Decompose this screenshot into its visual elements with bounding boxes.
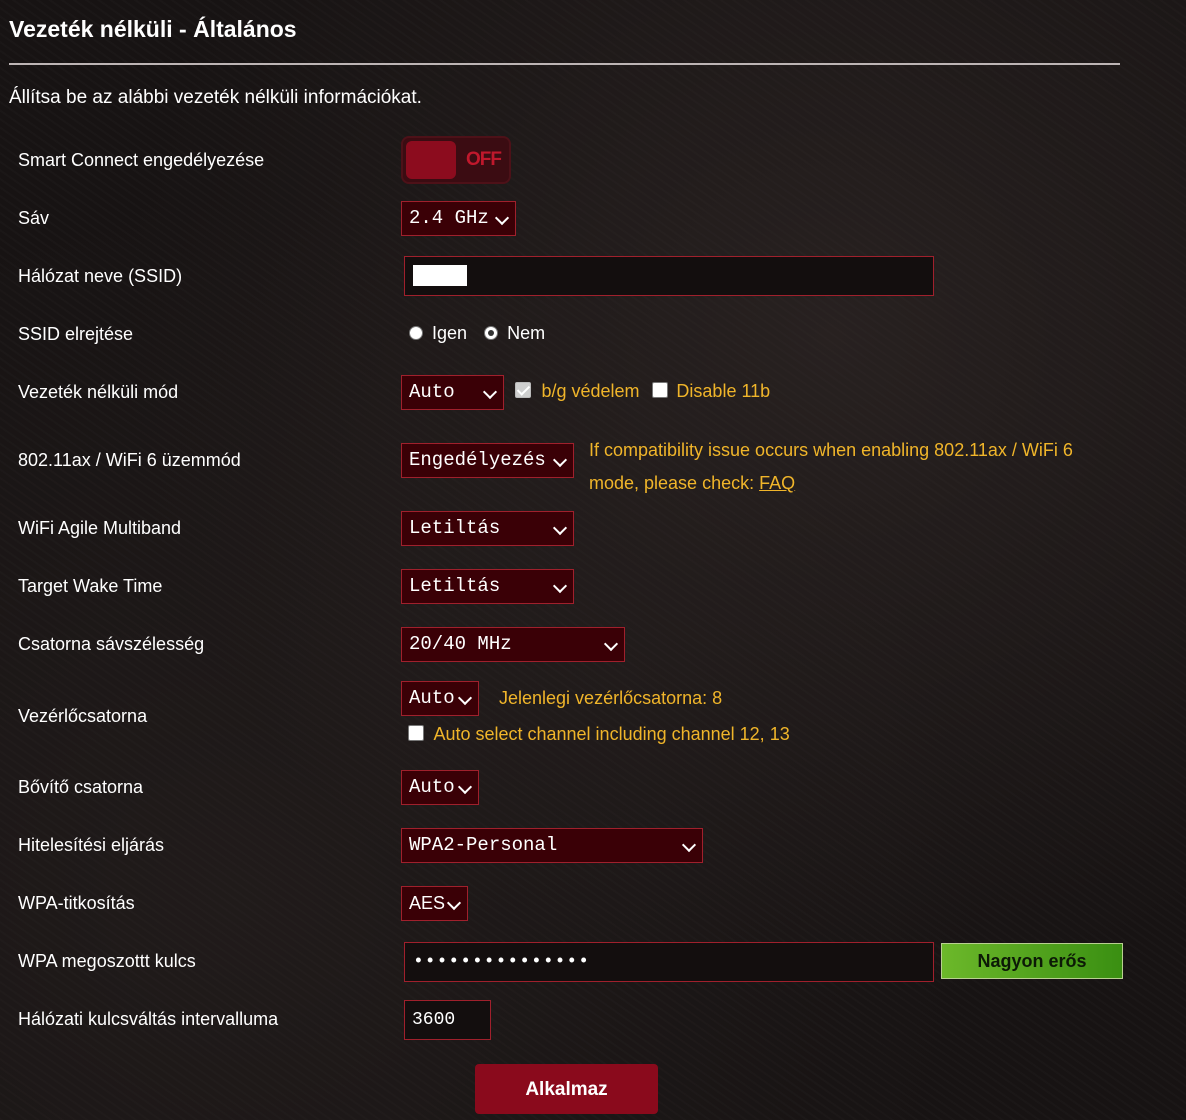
smart-connect-label: Smart Connect engedélyezése [18, 150, 265, 170]
control-channel-label: Vezérlőcsatorna [18, 706, 148, 726]
disable-11b-label: Disable 11b [676, 381, 771, 401]
band-label: Sáv [18, 208, 50, 228]
channel-bandwidth-value: 20/40 MHz [409, 633, 512, 655]
hide-ssid-label: SSID elrejtése [18, 324, 134, 344]
wpa-encryption-label: WPA-titkosítás [18, 893, 135, 913]
chevron-down-icon [457, 779, 473, 795]
band-select-value: 2.4 GHz [409, 207, 489, 229]
title-divider [9, 63, 1120, 65]
wifi6-mode-value: Engedélyezés [409, 449, 546, 471]
faq-link[interactable]: FAQ [759, 473, 795, 493]
wifi6-mode-label: 802.11ax / WiFi 6 üzemmód [18, 450, 241, 470]
bg-protection-label: b/g védelem [541, 381, 640, 401]
key-strength-indicator: Nagyon erős [941, 943, 1123, 979]
control-channel-select[interactable]: Auto [401, 681, 479, 716]
wpa-encryption-value: AES [409, 893, 446, 913]
target-wake-time-select[interactable]: Letiltás [401, 569, 574, 604]
agile-multiband-label: WiFi Agile Multiband [18, 518, 182, 538]
wireless-mode-label: Vezeték nélküli mód [18, 382, 179, 402]
smart-connect-toggle[interactable]: OFF [401, 136, 511, 184]
hide-ssid-yes-radio[interactable] [409, 326, 423, 340]
ssid-input[interactable] [404, 256, 934, 296]
ssid-label: Hálózat neve (SSID) [18, 266, 183, 286]
hide-ssid-no-radio[interactable] [484, 326, 499, 340]
auto-select-channel-label: Auto select channel including channel 12… [433, 724, 790, 744]
key-rotation-value: 3600 [412, 1010, 456, 1030]
agile-multiband-select[interactable]: Letiltás [401, 511, 574, 546]
chevron-down-icon [446, 895, 462, 911]
band-select[interactable]: 2.4 GHz [401, 201, 516, 236]
control-channel-value: Auto [409, 687, 455, 709]
wireless-mode-select[interactable]: Auto [401, 375, 504, 410]
wpa-key-value: ••••••••••••••• [413, 952, 591, 972]
wifi6-compat-note: If compatibility issue occurs when enabl… [589, 434, 1149, 500]
chevron-down-icon [494, 210, 510, 226]
auto-select-channel-row: Auto select channel including channel 12… [408, 724, 790, 745]
page-title: Vezeték nélküli - Általános [9, 16, 297, 42]
auth-method-label: Hitelesítési eljárás [18, 835, 165, 855]
page-subtitle: Állítsa be az alábbi vezeték nélküli inf… [9, 87, 422, 108]
auto-select-channel-checkbox[interactable] [408, 725, 424, 741]
agile-multiband-value: Letiltás [409, 517, 501, 539]
hide-ssid-radio-group: Igen Nem [409, 323, 545, 344]
chevron-down-icon [603, 636, 619, 652]
wpa-key-label: WPA megoszottt kulcs [18, 951, 196, 971]
extension-channel-label: Bővítő csatorna [18, 777, 144, 797]
wireless-mode-value: Auto [409, 381, 455, 403]
chevron-down-icon [482, 384, 498, 400]
wifi6-note-line1: If compatibility issue occurs when enabl… [589, 440, 1073, 460]
target-wake-time-label: Target Wake Time [18, 576, 163, 596]
chevron-down-icon [552, 520, 568, 536]
key-rotation-label: Hálózati kulcsváltás intervalluma [18, 1009, 279, 1029]
auth-method-value: WPA2-Personal [409, 834, 558, 856]
current-channel-text: Jelenlegi vezérlőcsatorna: 8 [499, 688, 723, 708]
channel-bandwidth-label: Csatorna sávszélesség [18, 634, 205, 654]
ssid-value-redacted [413, 265, 467, 286]
apply-button[interactable]: Alkalmaz [475, 1064, 658, 1114]
disable-11b-checkbox[interactable] [651, 382, 668, 398]
hide-ssid-no-label: Nem [507, 323, 546, 343]
toggle-knob [406, 141, 456, 179]
wpa-key-input[interactable]: ••••••••••••••• [404, 942, 934, 982]
wireless-mode-options: b/g védelem Disable 11b [515, 381, 770, 402]
chevron-down-icon [552, 452, 568, 468]
toggle-state-text: OFF [466, 149, 502, 170]
wifi6-note-text: mode, please check: [589, 473, 755, 493]
wifi6-note-line2: mode, please check: FAQ [589, 467, 1149, 500]
target-wake-time-value: Letiltás [409, 575, 501, 597]
chevron-down-icon [552, 578, 568, 594]
extension-channel-value: Auto [409, 776, 455, 798]
wpa-encryption-select[interactable]: AES [401, 886, 468, 921]
channel-bandwidth-select[interactable]: 20/40 MHz [401, 627, 625, 662]
auth-method-select[interactable]: WPA2-Personal [401, 828, 703, 863]
chevron-down-icon [681, 837, 697, 853]
wifi6-mode-select[interactable]: Engedélyezés [401, 443, 574, 478]
extension-channel-select[interactable]: Auto [401, 770, 479, 805]
key-rotation-input[interactable]: 3600 [404, 1000, 491, 1040]
chevron-down-icon [457, 690, 473, 706]
bg-protection-checkbox[interactable] [515, 382, 531, 398]
hide-ssid-yes-label: Igen [432, 323, 468, 343]
